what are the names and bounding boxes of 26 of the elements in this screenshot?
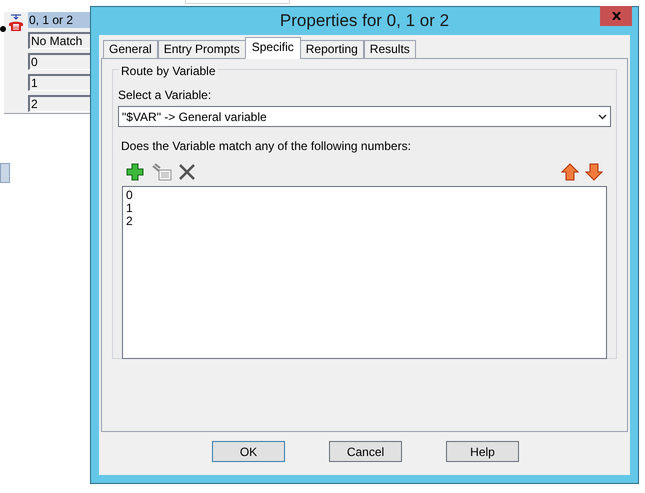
tab[interactable]: Reporting xyxy=(300,40,364,59)
close-button[interactable] xyxy=(600,6,632,26)
chevron-down-icon xyxy=(598,114,607,120)
window-title: Properties for 0, 1 or 2 xyxy=(280,10,450,32)
list-item[interactable]: 0 xyxy=(126,189,133,202)
arrow-up-icon[interactable] xyxy=(561,163,579,181)
dialog-button[interactable]: Cancel xyxy=(329,441,402,462)
numbers-list[interactable]: 0 1 2 xyxy=(122,186,607,359)
delete-icon[interactable] xyxy=(178,163,196,181)
edit-document-icon[interactable] xyxy=(152,163,172,181)
close-icon xyxy=(612,12,620,20)
field-label: Does the Variable match any of the following numbers: xyxy=(121,138,412,155)
arrow-down-icon[interactable] xyxy=(585,163,603,181)
telephone-icon xyxy=(8,14,24,32)
field-label: Select a Variable: xyxy=(118,87,212,104)
dialog-button[interactable]: Help xyxy=(446,441,519,462)
tab[interactable]: General xyxy=(103,40,158,59)
tab[interactable]: Results xyxy=(364,40,416,59)
connector-dot-icon xyxy=(0,26,6,32)
dialog-button[interactable]: OK xyxy=(212,441,285,462)
tab[interactable]: Specific xyxy=(244,37,301,59)
tab[interactable]: Entry Prompts xyxy=(158,40,246,59)
list-item[interactable]: 1 xyxy=(126,202,133,215)
variable-dropdown[interactable]: "$VAR" -> General variable xyxy=(118,106,611,127)
list-item[interactable]: 2 xyxy=(126,215,133,228)
add-icon[interactable] xyxy=(126,163,144,181)
